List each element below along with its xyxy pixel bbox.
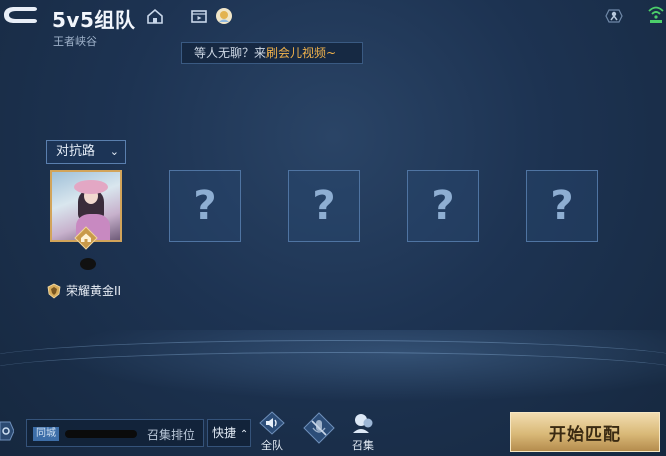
gear-icon [0,421,15,441]
question-mark-icon: ? [431,183,455,229]
settings-figure-icon [605,9,623,23]
lobby-avatar-icon [216,8,232,24]
empty-slot[interactable]: ? [407,170,479,242]
rank-label: 荣耀黄金II [66,284,122,298]
house-owner-icon [74,226,98,250]
lane-select-value: 对抗路 [56,144,96,159]
background-glow [0,330,666,410]
map-subtitle: 王者峡谷 [53,35,97,48]
wifi-icon [648,6,664,23]
home-icon [147,8,163,24]
home-button[interactable] [145,6,165,26]
summon-icon [353,414,373,433]
video-icon [191,10,207,23]
mic-off-icon [303,412,335,444]
wave-line [0,352,666,393]
network-status [646,4,666,24]
question-mark-icon: ? [193,183,217,229]
video-tip-prefix: 等人无聊？来 [194,46,267,60]
question-mark-icon: ? [550,183,574,229]
video-tip-link[interactable]: 刷会儿视频~ [266,46,336,60]
speaker-icon [259,411,285,435]
start-match-button[interactable]: 开始匹配 [510,412,660,452]
chat-input[interactable]: 同城 召集排位 [26,419,204,447]
player-rank: 荣耀黄金II [46,282,121,299]
chat-action-text[interactable]: 召集排位 [147,426,195,443]
back-button[interactable] [0,4,40,26]
left-menu-button[interactable] [0,418,15,444]
page-title: 5v5组队 [52,8,136,32]
lane-select[interactable]: 对抗路 ⌄ [46,140,126,164]
rank-badge-icon [47,283,61,299]
back-icon [4,7,37,23]
all-team-label: 全队 [261,439,283,452]
nickname-redacted [80,258,96,270]
room-owner-badge [74,226,98,250]
avatar-hat [74,180,108,194]
video-button[interactable] [189,6,209,26]
empty-slot[interactable]: ? [526,170,598,242]
start-match-label: 开始匹配 [549,424,621,445]
summon-label: 召集 [352,439,374,452]
empty-slot[interactable]: ? [288,170,360,242]
quick-chat-label: 快捷 [212,426,237,440]
lobby-avatar-button[interactable] [214,6,234,26]
video-tip-banner[interactable]: 等人无聊？来刷会儿视频~ [181,42,363,64]
question-mark-icon: ? [312,183,336,229]
empty-slot[interactable]: ? [169,170,241,242]
chevron-up-icon: ⌃ [239,429,249,440]
chat-channel-tag[interactable]: 同城 [33,427,59,441]
chat-redacted-text [65,430,137,438]
mic-toggle-button[interactable] [302,411,338,447]
quick-chat-button[interactable]: 快捷 ⌃ [207,419,251,447]
settings-figure-button[interactable] [604,6,624,26]
chevron-down-icon: ⌄ [109,145,119,158]
